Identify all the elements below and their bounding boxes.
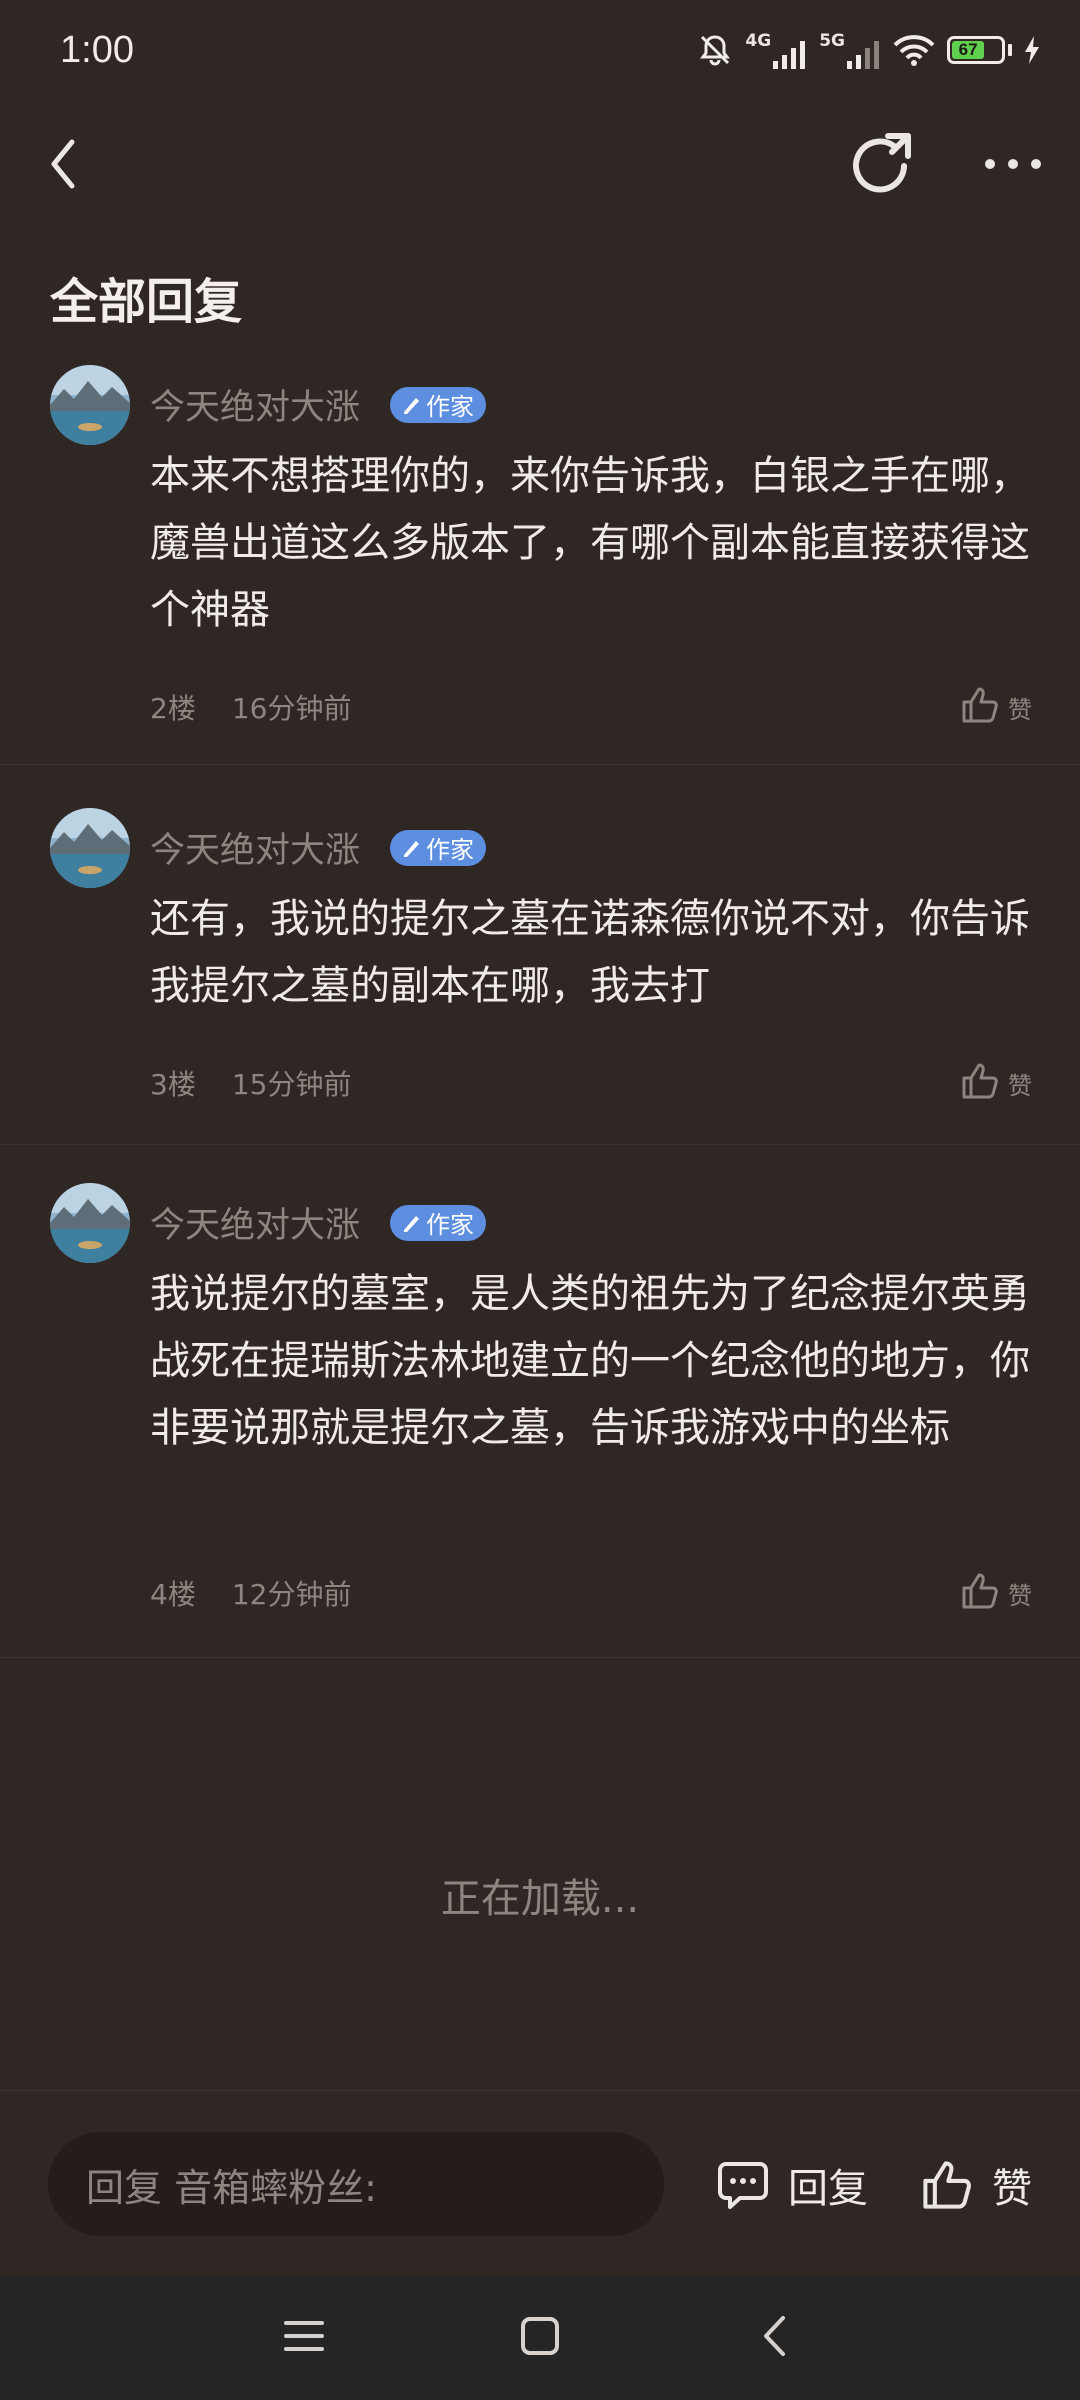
reply-floor: 4楼 [150, 1578, 196, 1611]
reply-header: 今天绝对大涨 作家 [150, 1197, 487, 1248]
reply-author[interactable]: 今天绝对大涨 [150, 1197, 360, 1248]
refresh-button[interactable] [848, 130, 918, 200]
section-title: 全部回复 [50, 274, 243, 330]
reply-header: 今天绝对大涨 作家 [150, 822, 487, 873]
like-button[interactable]: 赞 [960, 1061, 1032, 1101]
back-icon [51, 139, 75, 189]
wifi-icon [893, 35, 935, 66]
reply-item: 今天绝对大涨 作家 我说提尔的墓室，是人类的祖先为了纪念提尔英勇战死在提瑞斯法林… [0, 1183, 1080, 1658]
author-badge-label: 作家 [426, 1211, 475, 1239]
reply-author[interactable]: 今天绝对大涨 [150, 822, 360, 873]
author-badge-label: 作家 [426, 393, 475, 421]
battery-icon: 67 [947, 36, 1012, 64]
thumbs-up-icon [962, 687, 998, 723]
status-icons: 4G 5G 67 [697, 31, 1040, 69]
author-badge: 作家 [390, 829, 487, 866]
reply-button[interactable]: 回复 [716, 2150, 868, 2220]
system-back-button[interactable] [754, 2314, 798, 2362]
battery-tip [1008, 44, 1012, 56]
avatar[interactable] [50, 365, 130, 445]
author-badge: 作家 [390, 386, 487, 423]
refresh-icon [853, 133, 911, 193]
like-post-button[interactable]: 赞 [920, 2150, 1032, 2220]
author-badge: 作家 [390, 1204, 487, 1241]
reply-item: 今天绝对大涨 作家 还有，我说的提尔之墓在诺森德你说不对，你告诉我提尔之墓的副本… [0, 808, 1080, 1145]
system-nav-bar [0, 2276, 1080, 2400]
reply-content: 我说提尔的墓室，是人类的祖先为了纪念提尔英勇战死在提瑞斯法林地建立的一个纪念他的… [150, 1271, 1030, 1451]
reply-content: 还有，我说的提尔之墓在诺森德你说不对，你告诉我提尔之墓的副本在哪，我去打 [150, 896, 1030, 1009]
reply-item: 今天绝对大涨 作家 本来不想搭理你的，来你告诉我，白银之手在哪，魔兽出道这么多版… [0, 365, 1080, 765]
like-button[interactable]: 赞 [960, 1571, 1032, 1611]
reply-button-label: 回复 [788, 2166, 868, 2212]
like-label: 赞 [1008, 1582, 1032, 1610]
signal-4g: 4G [745, 31, 807, 69]
home-button[interactable] [518, 2314, 562, 2362]
pen-icon [404, 397, 420, 414]
reply-time: 16分钟前 [231, 692, 352, 725]
loading-indicator: 正在加载... [440, 1876, 640, 1922]
reply-meta: 4楼 12分钟前 [150, 1573, 351, 1613]
divider [0, 2090, 1080, 2091]
battery-body: 67 [947, 36, 1005, 64]
signal-icon [847, 41, 879, 69]
more-icon [985, 159, 1041, 169]
reply-header: 今天绝对大涨 作家 [150, 379, 487, 430]
like-post-label: 赞 [992, 2166, 1032, 2212]
reply-floor: 3楼 [150, 1068, 196, 1101]
reply-input[interactable]: 回复 音箱蟀粉丝: [48, 2132, 664, 2236]
signal-icon [773, 41, 806, 69]
back-icon [764, 2316, 785, 2356]
menu-icon [284, 2321, 324, 2351]
avatar[interactable] [50, 1183, 130, 1263]
reply-meta: 3楼 15分钟前 [150, 1063, 351, 1103]
menu-button[interactable] [282, 2314, 326, 2362]
home-icon [521, 2317, 559, 2355]
comment-icon [718, 2162, 768, 2209]
reply-author[interactable]: 今天绝对大涨 [150, 379, 360, 430]
like-button[interactable]: 赞 [960, 685, 1032, 725]
signal-5g: 5G [819, 31, 881, 69]
top-nav [0, 120, 1080, 210]
pen-icon [404, 840, 420, 857]
reply-content: 本来不想搭理你的，来你告诉我，白银之手在哪，魔兽出道这么多版本了，有哪个副本能直… [150, 453, 1030, 633]
network-5g-label: 5G [819, 31, 845, 51]
like-label: 赞 [1008, 1072, 1032, 1100]
reply-meta: 2楼 16分钟前 [150, 687, 351, 727]
reply-floor: 2楼 [150, 692, 196, 725]
status-bar: 1:00 4G 5G 67 [0, 0, 1080, 100]
more-button[interactable] [982, 144, 1044, 184]
thumbs-up-icon [962, 1573, 998, 1609]
battery-level: 67 [952, 40, 985, 59]
charging-icon [1025, 36, 1039, 64]
pen-icon [404, 1215, 420, 1232]
reply-time: 15分钟前 [231, 1068, 352, 1101]
avatar[interactable] [50, 808, 130, 888]
author-badge-label: 作家 [426, 836, 475, 864]
mute-bell-icon [700, 35, 731, 66]
thumbs-up-icon [962, 1063, 998, 1099]
like-label: 赞 [1008, 696, 1032, 724]
network-4g-label: 4G [745, 31, 772, 51]
reply-time: 12分钟前 [231, 1578, 352, 1611]
thumbs-up-icon [923, 2161, 971, 2209]
back-button[interactable] [44, 134, 84, 194]
status-time: 1:00 [60, 28, 134, 71]
